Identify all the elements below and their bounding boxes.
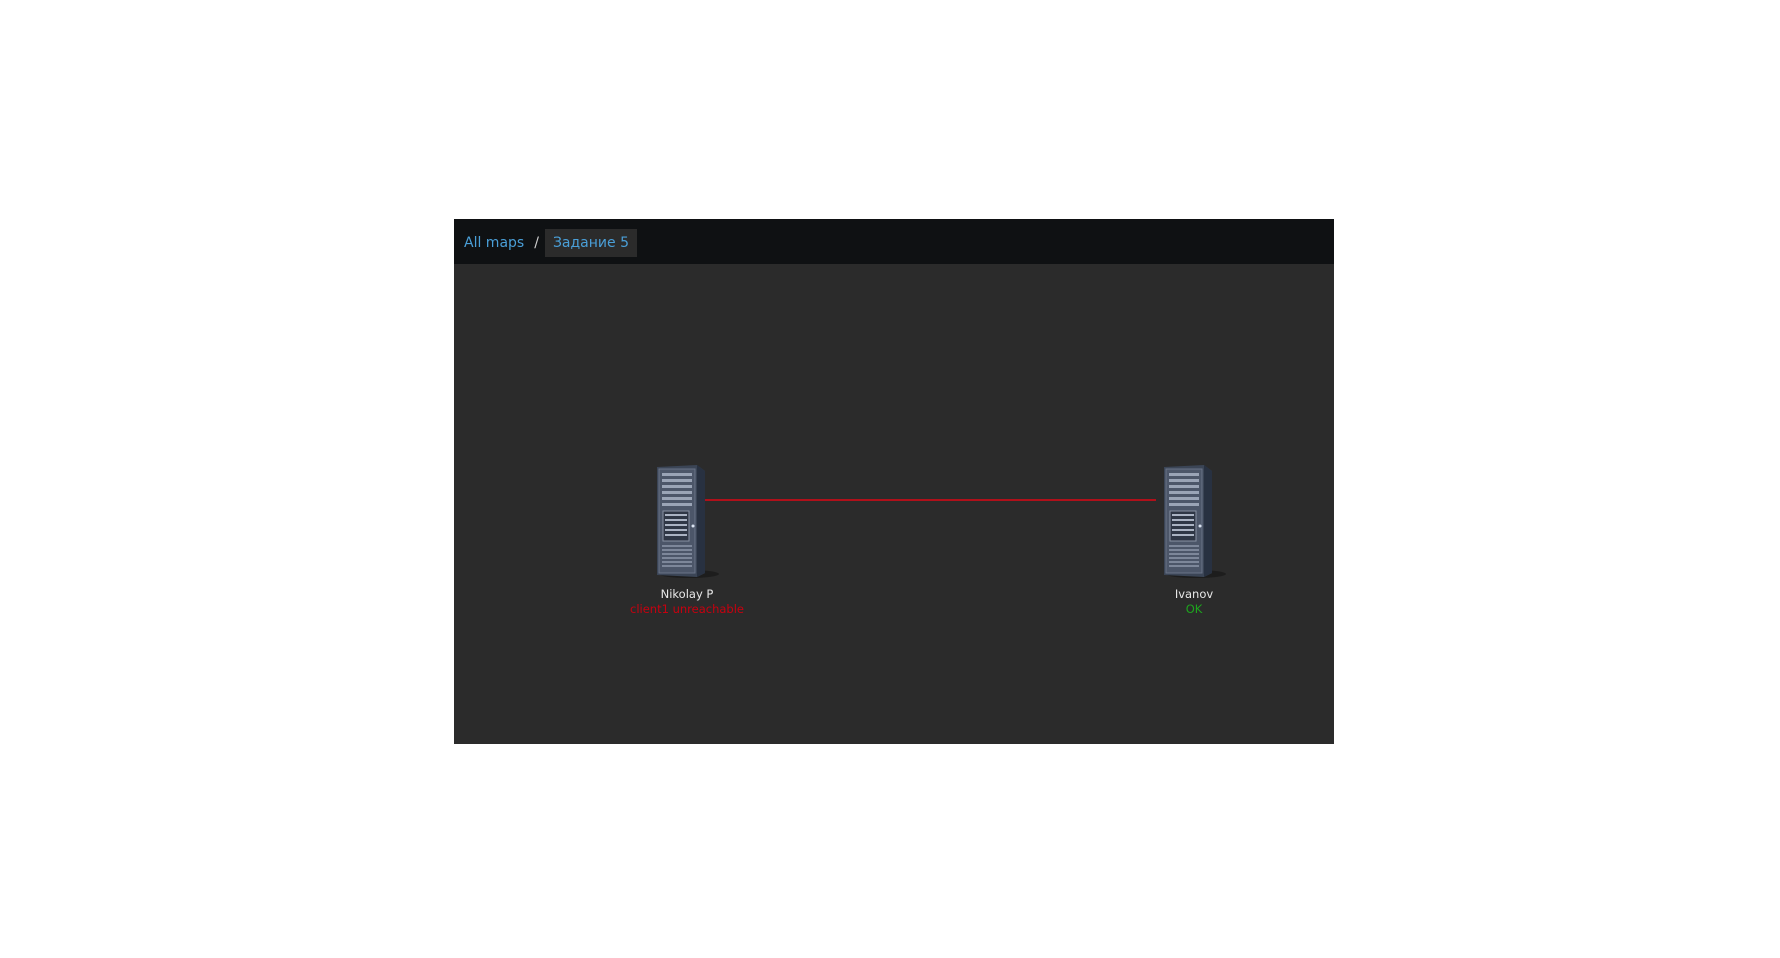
breadcrumb-separator: / [534, 235, 539, 251]
host-name: Ivanov [1174, 587, 1214, 601]
breadcrumb-current-map[interactable]: Задание 5 [544, 229, 637, 257]
host-status: client1 unreachable [630, 602, 744, 616]
breadcrumb-all-maps-link[interactable]: All maps [464, 229, 524, 257]
host-status: OK [1185, 602, 1203, 616]
host-nikolay-p[interactable]: Nikolay P client1 unreachable [617, 461, 757, 616]
host-name: Nikolay P [660, 587, 714, 601]
breadcrumb: All maps / Задание 5 [464, 229, 637, 257]
host-ivanov[interactable]: Ivanov OK [1124, 461, 1264, 616]
map-canvas[interactable]: Nikolay P client1 unreachable Ivanov OK [454, 264, 1334, 744]
server-icon [657, 465, 719, 578]
map-header: All maps / Задание 5 [454, 219, 1334, 264]
server-icon [1164, 465, 1226, 578]
map-window: All maps / Задание 5 Nikolay P client1 u… [454, 219, 1334, 744]
